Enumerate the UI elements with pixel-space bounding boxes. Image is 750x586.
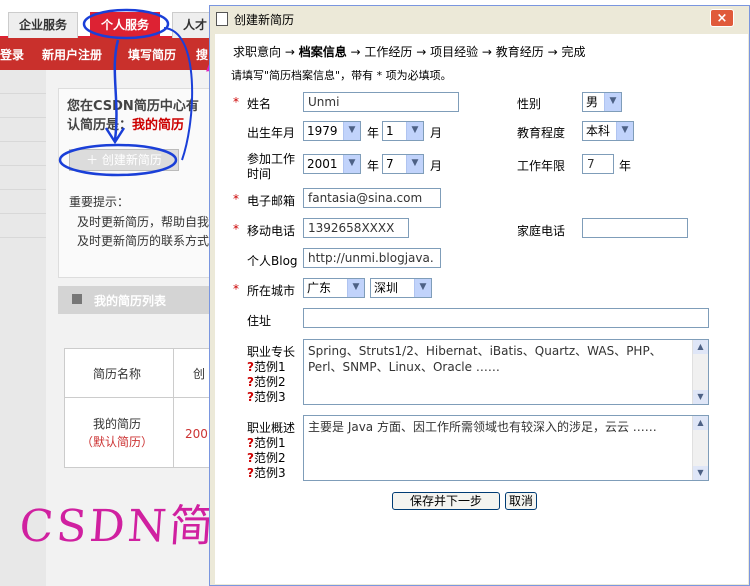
city-label: 所在城市 (247, 284, 296, 298)
city-select[interactable]: 深圳 ▼ (370, 278, 432, 298)
square-icon (72, 294, 82, 304)
name-input[interactable]: Unmi (303, 92, 459, 112)
chevron-down-icon: ▼ (616, 122, 633, 140)
tip-item: 及时更新简历的联系方式 (77, 234, 210, 248)
birth-month-select[interactable]: 1 ▼ (382, 121, 424, 141)
nav-login[interactable]: 登录 (0, 46, 24, 63)
save-next-button[interactable]: 保存并下一步 (392, 492, 500, 510)
table-header-created: 创 (193, 367, 206, 381)
work-start-label-2: 时间 (247, 167, 272, 181)
description-textarea[interactable]: 主要是 Java 方面、因工作所需领域也有较深入的涉足，云云 …… ▲ ▼ (303, 415, 709, 481)
work-years-input[interactable]: 7 (582, 154, 614, 174)
resume-list-title: 我的简历列表 (94, 294, 167, 308)
page-icon (216, 12, 228, 26)
tips-title: 重要提示： (69, 195, 130, 209)
table-row-name[interactable]: 我的简历 (93, 415, 141, 432)
chevron-down-icon: ▼ (347, 279, 364, 297)
nav-search[interactable]: 搜 (196, 46, 208, 63)
create-resume-dialog: 创建新简历 × 求职意向 → 档案信息 → 工作经历 → 项目经验 → 教育经历… (209, 5, 750, 586)
year-unit: 年 (367, 126, 380, 140)
current-step: 档案信息 (298, 45, 347, 59)
default-resume-link[interactable]: 我的简历 (132, 118, 184, 133)
create-resume-button[interactable]: ＋ 创建新简历 (69, 149, 179, 171)
gender-select[interactable]: 男 ▼ (582, 92, 622, 112)
required-mark: * (233, 192, 239, 206)
tab-enterprise[interactable]: 企业服务 (8, 12, 79, 38)
question-icon: ? (247, 390, 254, 404)
blog-input[interactable]: http://unmi.blogjava. (303, 248, 441, 268)
email-input[interactable]: fantasia@sina.com (303, 188, 441, 208)
address-input[interactable] (303, 308, 709, 328)
work-years-label: 工作年限 (517, 159, 566, 173)
scroll-up-icon[interactable]: ▲ (693, 416, 708, 430)
table-row-date: 200 (185, 427, 208, 441)
mobile-input[interactable]: 1392658XXXX (303, 218, 409, 238)
work-years-unit: 年 (619, 159, 632, 173)
address-label: 住址 (247, 314, 272, 328)
scrollbar[interactable]: ▲ ▼ (692, 340, 708, 404)
desc-example-3[interactable]: ?范例3 (247, 464, 286, 481)
chevron-down-icon: ▼ (343, 122, 360, 140)
scrollbar[interactable]: ▲ ▼ (692, 416, 708, 480)
dialog-title: 创建新简历 (234, 13, 295, 27)
nav-fill-resume[interactable]: 填写简历 (128, 46, 176, 63)
work-year-select[interactable]: 2001 ▼ (303, 154, 361, 174)
table-row-default: （默认简历） (81, 435, 154, 449)
month-unit: 月 (430, 159, 443, 173)
year-unit: 年 (367, 159, 380, 173)
scroll-down-icon[interactable]: ▼ (693, 390, 708, 404)
chevron-down-icon: ▼ (414, 279, 431, 297)
dialog-titlebar[interactable]: 创建新简历 × (210, 6, 749, 32)
gender-label: 性别 (517, 97, 542, 111)
birth-year-select[interactable]: 1979 ▼ (303, 121, 361, 141)
form-hint: 请填写"简历档案信息"，带有 * 项为必填项。 (231, 69, 452, 82)
blog-label: 个人Blog (247, 254, 298, 268)
dialog-content: 求职意向 → 档案信息 → 工作经历 → 项目经验 → 教育经历 → 完成 请填… (215, 34, 748, 584)
required-mark: * (233, 222, 239, 236)
required-mark: * (233, 282, 239, 296)
chevron-down-icon: ▼ (604, 93, 621, 111)
name-label: 姓名 (247, 97, 272, 111)
month-unit: 月 (430, 126, 443, 140)
skills-textarea[interactable]: Spring、Struts1/2、Hibernat、iBatis、Quartz、… (303, 339, 709, 405)
required-mark: * (233, 95, 239, 109)
chevron-down-icon: ▼ (406, 155, 423, 173)
education-select[interactable]: 本科 ▼ (582, 121, 634, 141)
birth-label: 出生年月 (247, 126, 296, 140)
question-icon: ? (247, 466, 254, 480)
table-header-name: 简历名称 (93, 367, 142, 381)
wizard-steps: 求职意向 → 档案信息 → 工作经历 → 项目经验 → 教育经历 → 完成 (233, 45, 586, 59)
skills-example-3[interactable]: ?范例3 (247, 388, 286, 405)
home-phone-label: 家庭电话 (517, 224, 566, 238)
scroll-up-icon[interactable]: ▲ (693, 340, 708, 354)
mobile-label: 移动电话 (247, 224, 296, 238)
scroll-down-icon[interactable]: ▼ (693, 466, 708, 480)
chevron-down-icon: ▼ (343, 155, 360, 173)
nav-register[interactable]: 新用户注册 (42, 46, 102, 63)
education-label: 教育程度 (517, 126, 566, 140)
cancel-button[interactable]: 取消 (505, 492, 537, 510)
work-month-select[interactable]: 7 ▼ (382, 154, 424, 174)
home-phone-input[interactable] (582, 218, 688, 238)
question-icon: ? (247, 451, 254, 465)
question-icon: ? (247, 360, 254, 374)
chevron-down-icon: ▼ (406, 122, 423, 140)
province-select[interactable]: 广东 ▼ (303, 278, 365, 298)
tab-personal[interactable]: 个人服务 (90, 12, 161, 38)
email-label: 电子邮箱 (247, 194, 296, 208)
close-button[interactable]: × (710, 9, 734, 27)
question-icon: ? (247, 436, 254, 450)
tip-item: 及时更新简历，帮助自我 (77, 215, 210, 229)
question-icon: ? (247, 375, 254, 389)
